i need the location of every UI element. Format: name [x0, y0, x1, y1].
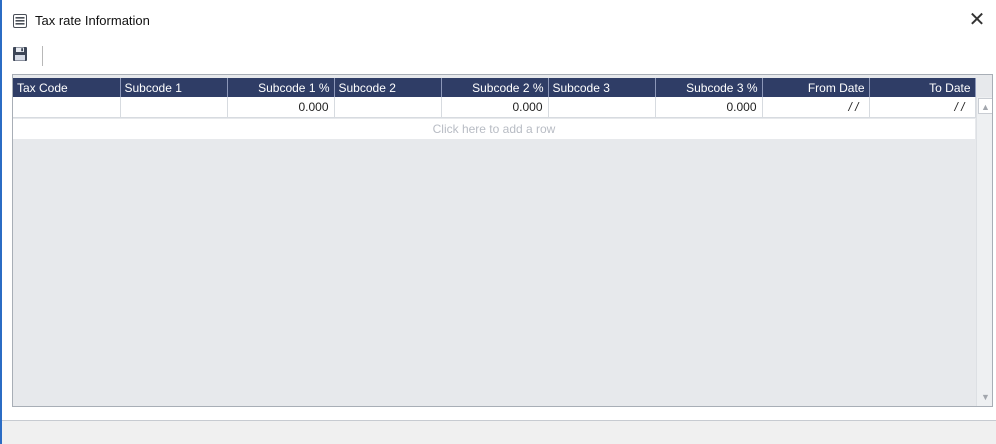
cell-subcode-1-pct[interactable]: 0.000 — [227, 97, 335, 118]
cell-from-date[interactable]: / / — [762, 97, 870, 118]
title-bar: Tax rate Information ✕ — [2, 0, 996, 40]
column-header-tax-code[interactable]: Tax Code — [13, 78, 121, 97]
toolbar-separator — [42, 46, 43, 66]
floppy-disk-icon — [12, 47, 28, 65]
add-row-link[interactable]: Click here to add a row — [13, 119, 975, 139]
column-header-subcode-1-pct[interactable]: Subcode 1 % — [227, 78, 335, 97]
cell-subcode-2-pct[interactable]: 0.000 — [441, 97, 549, 118]
save-button[interactable] — [12, 46, 30, 64]
column-header-subcode-3-pct[interactable]: Subcode 3 % — [655, 78, 763, 97]
tax-rate-grid: Tax Code Subcode 1 Subcode 1 % Subcode 2… — [12, 74, 993, 407]
column-header-subcode-2[interactable]: Subcode 2 — [334, 78, 442, 97]
scroll-up-arrow-icon[interactable]: ▲ — [978, 98, 992, 114]
column-header-to-date[interactable]: To Date — [869, 78, 976, 97]
header-row: Tax Code Subcode 1 Subcode 1 % Subcode 2… — [13, 78, 976, 97]
scroll-down-arrow-icon[interactable]: ▼ — [978, 389, 992, 405]
table-row: 0.000 0.000 0.000 / / / / — [13, 97, 976, 118]
cell-tax-code[interactable] — [13, 97, 121, 118]
cell-subcode-3-pct[interactable]: 0.000 — [655, 97, 763, 118]
column-header-subcode-1[interactable]: Subcode 1 — [120, 78, 228, 97]
document-list-icon — [12, 13, 28, 29]
column-header-from-date[interactable]: From Date — [762, 78, 870, 97]
status-bar — [2, 421, 996, 444]
vertical-scrollbar[interactable]: ▲ ▼ — [976, 97, 992, 406]
column-header-subcode-3[interactable]: Subcode 3 — [548, 78, 656, 97]
cell-subcode-3[interactable] — [548, 97, 656, 118]
cell-subcode-1[interactable] — [120, 97, 228, 118]
toolbar — [2, 42, 996, 68]
window-title: Tax rate Information — [35, 13, 150, 28]
column-header-subcode-2-pct[interactable]: Subcode 2 % — [441, 78, 549, 97]
tax-rate-table: Tax Code Subcode 1 Subcode 1 % Subcode 2… — [13, 78, 976, 118]
close-button[interactable]: ✕ — [966, 9, 988, 31]
cell-to-date[interactable]: / / — [869, 97, 976, 118]
tax-rate-window: Tax rate Information ✕ Tax Code Subcode … — [0, 0, 996, 444]
cell-subcode-2[interactable] — [334, 97, 442, 118]
